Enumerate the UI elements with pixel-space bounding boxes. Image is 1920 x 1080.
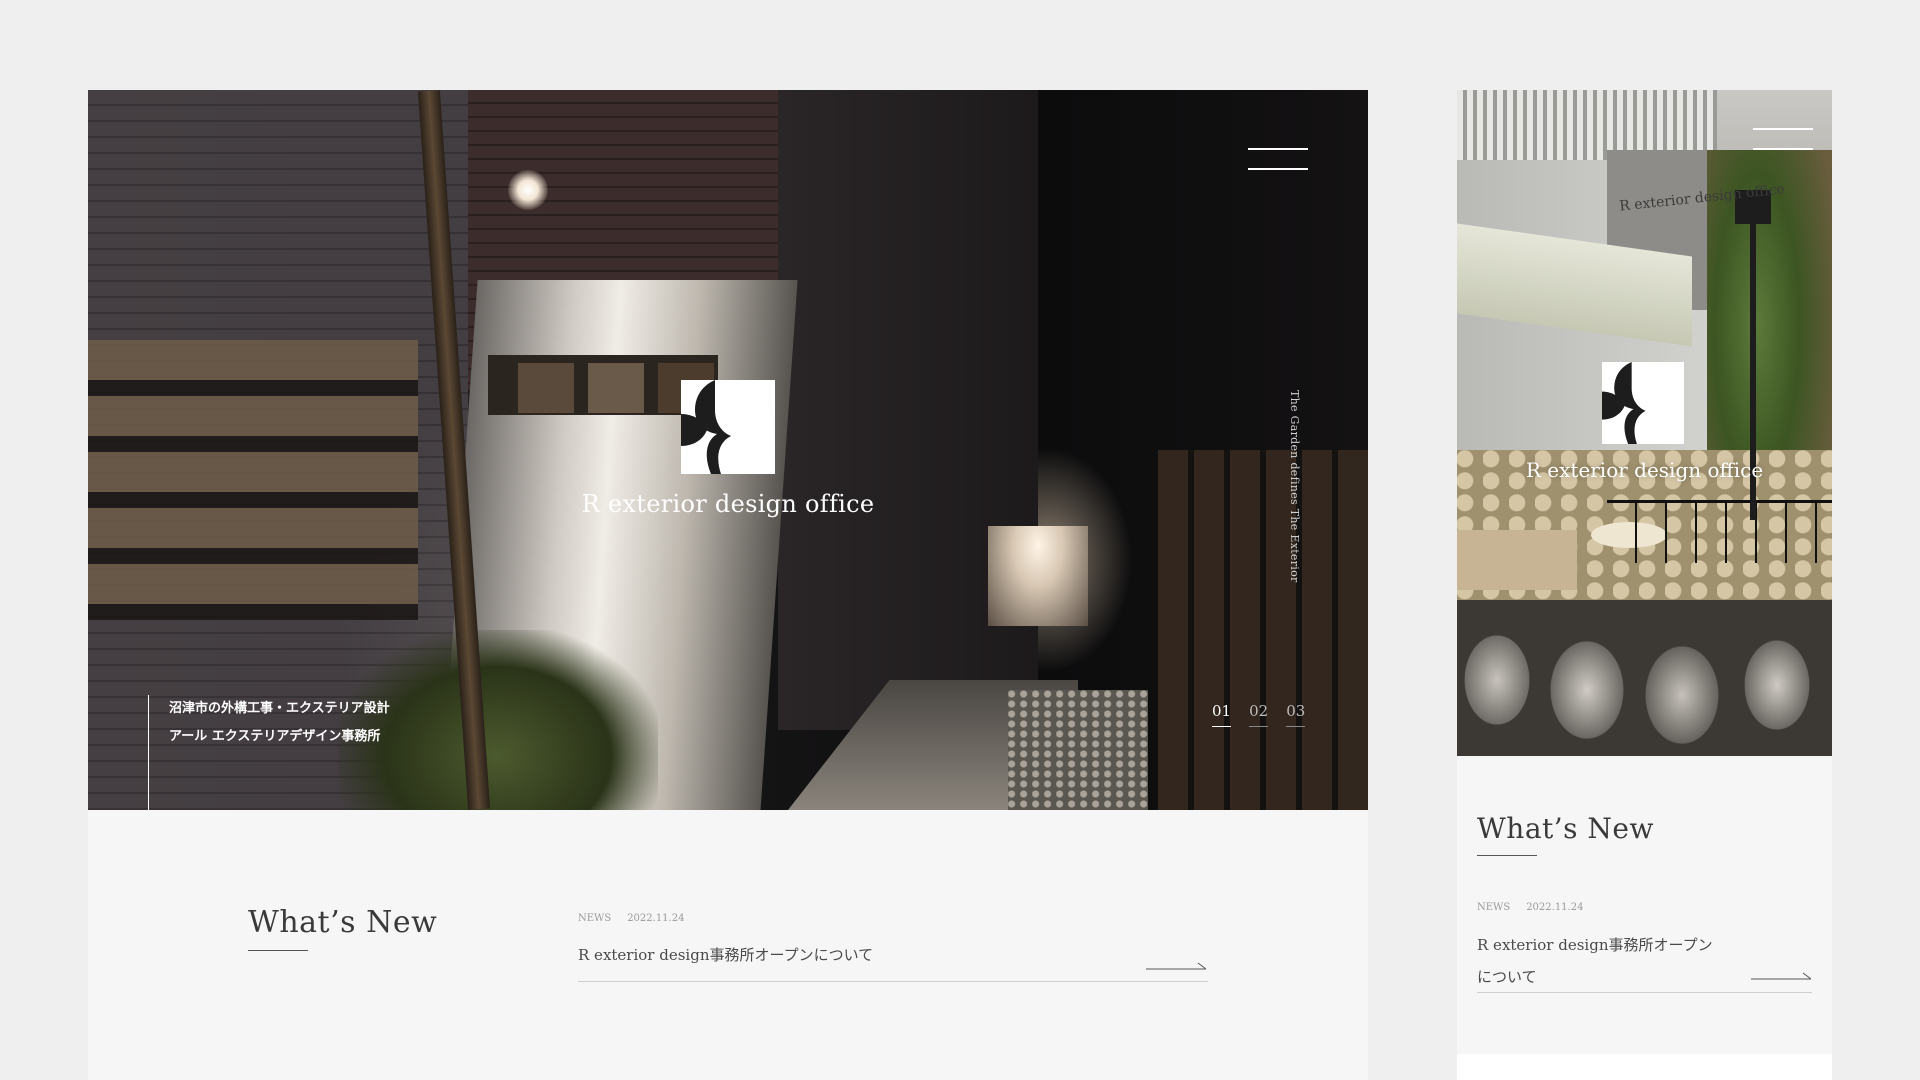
mobile-news-headline-link[interactable]: R exterior design事務所オープンについて [1477,929,1727,993]
r-logo-icon [1602,362,1684,444]
arrow-right-icon[interactable] [1146,960,1206,970]
mobile-news-title-underline [1477,855,1537,856]
r-logo-icon [681,380,775,474]
hero-background-gravel [1008,690,1148,810]
hero-background-building [778,90,1038,730]
mobile-hero-rocks [1457,600,1832,756]
mobile-news-section: What’s New NEWS 2022.11.24 R exterior des… [1457,756,1832,1080]
hero-background-fence [88,340,418,620]
slide-pagination: 01 02 03 [1212,702,1306,727]
mobile-news-category: NEWS [1477,902,1511,913]
mobile-hero-section: R exterior design office R exterior desi… [1457,90,1832,756]
mobile-news-title: What’s New [1477,812,1654,845]
mobile-news-row-divider [1477,992,1812,993]
mobile-hero-sofa [1457,530,1577,590]
news-date: 2022.11.24 [627,913,685,924]
mobile-hero-brand-name: R exterior design office [1525,458,1764,482]
hamburger-menu-icon[interactable] [1248,148,1308,172]
news-title: What’s New [248,905,438,940]
news-row-divider [578,981,1208,982]
hero-caption-line-2: アール エクステリアデザイン事務所 [169,729,381,744]
news-section: What’s New NEWS 2022.11.24 R exterior des… [88,810,1368,1080]
mobile-hero-railing [1607,500,1832,563]
desktop-mockup: R exterior design office The Garden defi… [88,90,1368,1080]
hero-brand-name: R exterior design office [581,490,875,518]
hamburger-menu-icon[interactable] [1753,128,1813,150]
slide-3-button[interactable]: 03 [1286,702,1306,727]
mobile-next-section-start [1457,1054,1832,1080]
slide-1-button[interactable]: 01 [1212,702,1232,727]
hero-background-niche [988,526,1088,626]
arrow-right-icon[interactable] [1751,970,1811,980]
news-headline-link[interactable]: R exterior design事務所オープンについて [578,944,873,965]
vertical-tagline: The Garden defines The Exterior [1288,390,1301,583]
slide-2-button[interactable]: 02 [1249,702,1269,727]
mobile-mockup: R exterior design office R exterior desi… [1457,90,1832,1080]
news-title-underline [248,950,308,951]
mobile-news-date: 2022.11.24 [1526,902,1584,913]
mobile-news-meta: NEWS 2022.11.24 [1477,902,1583,913]
hero-background-lamp [508,170,548,210]
hero-section: R exterior design office The Garden defi… [88,90,1368,810]
news-meta: NEWS 2022.11.24 [578,913,684,924]
hero-caption: 沼津市の外構工事・エクステリア設計 アール エクステリアデザイン事務所 [148,695,390,810]
hero-caption-line-1: 沼津市の外構工事・エクステリア設計 [169,701,390,716]
news-category: NEWS [578,913,612,924]
